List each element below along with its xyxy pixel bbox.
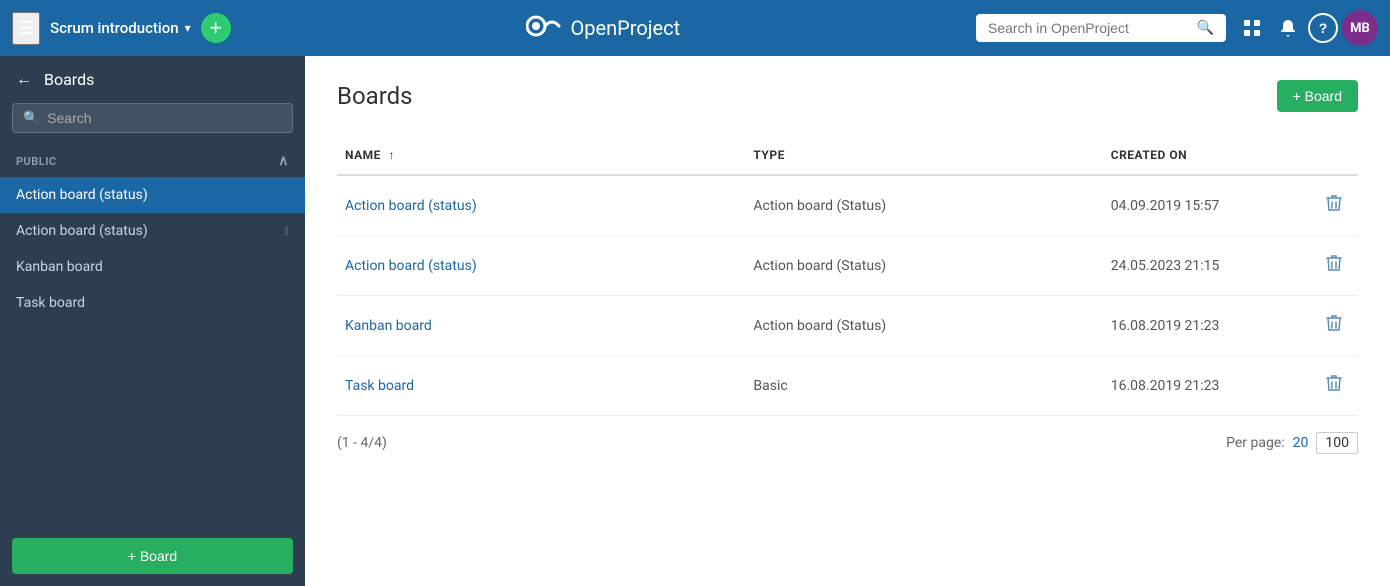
sidebar-back-button[interactable]: ← (16, 71, 32, 89)
top-navigation: ☰ Scrum introduction ▾ + OpenProject 🔍 (0, 0, 1390, 56)
col-header-created-on: CREATED ON (1103, 136, 1307, 175)
col-header-name[interactable]: NAME ↑ (337, 136, 745, 175)
sidebar-search-input[interactable] (47, 110, 282, 126)
cell-action-3 (1307, 356, 1358, 416)
sidebar-item-task-board[interactable]: Task board (0, 285, 305, 321)
sort-arrow-icon: ↑ (388, 148, 395, 162)
per-page-20[interactable]: 20 (1293, 435, 1309, 451)
sidebar-item-label: Task board (16, 295, 85, 311)
delete-button-0[interactable] (1318, 190, 1350, 221)
content-header: Boards + Board (337, 80, 1358, 112)
notifications-button[interactable] (1272, 12, 1304, 44)
cell-name-1: Action board (status) (337, 236, 745, 296)
logo-icon (526, 12, 562, 45)
table-body: Action board (status) Action board (Stat… (337, 175, 1358, 416)
col-header-type: TYPE (745, 136, 1102, 175)
cell-action-2 (1307, 296, 1358, 356)
cell-name-2: Kanban board (337, 296, 745, 356)
hamburger-menu[interactable]: ☰ (12, 12, 40, 45)
sidebar-item-label: Kanban board (16, 259, 103, 275)
cell-created-3: 16.08.2019 21:23 (1103, 356, 1307, 416)
sidebar: ← Boards 🔍 PUBLIC ∧ Action board (status… (0, 56, 305, 586)
cell-created-2: 16.08.2019 21:23 (1103, 296, 1307, 356)
search-input[interactable] (988, 20, 1189, 36)
sidebar-header: ← Boards (0, 56, 305, 103)
board-link-0[interactable]: Action board (status) (345, 198, 477, 214)
sidebar-item-action-board-2[interactable]: Action board (status) ‖ (0, 213, 305, 249)
user-avatar[interactable]: MB (1342, 10, 1378, 46)
cell-name-0: Action board (status) (337, 175, 745, 236)
section-label: PUBLIC (16, 155, 57, 168)
per-page-selector: Per page: 20 100 (1226, 432, 1358, 454)
add-board-button[interactable]: + Board (1277, 80, 1358, 112)
cell-name-3: Task board (337, 356, 745, 416)
project-chevron-icon: ▾ (185, 21, 191, 35)
sidebar-add-board-button[interactable]: + Board (12, 538, 293, 574)
drag-handle-icon: ‖ (284, 224, 289, 238)
col-header-action (1307, 136, 1358, 175)
nav-icon-group: ? MB (1236, 10, 1378, 46)
pagination-text: (1 - 4/4) (337, 435, 387, 451)
project-name-label: Scrum introduction (50, 19, 178, 37)
table-row: Action board (status) Action board (Stat… (337, 175, 1358, 236)
table-row: Action board (status) Action board (Stat… (337, 236, 1358, 296)
sidebar-item-label: Action board (status) (16, 223, 148, 239)
board-link-3[interactable]: Task board (345, 378, 414, 394)
cell-type-1: Action board (Status) (745, 236, 1102, 296)
cell-action-0 (1307, 175, 1358, 236)
sidebar-search-bar[interactable]: 🔍 (12, 103, 293, 133)
main-content: Boards + Board NAME ↑ TYPE CREATED ON (305, 56, 1390, 586)
delete-button-3[interactable] (1318, 370, 1350, 401)
table-row: Task board Basic 16.08.2019 21:23 (337, 356, 1358, 416)
main-layout: ← Boards 🔍 PUBLIC ∧ Action board (status… (0, 56, 1390, 586)
table-footer: (1 - 4/4) Per page: 20 100 (337, 432, 1358, 454)
logo-text: OpenProject (570, 16, 680, 40)
cell-action-1 (1307, 236, 1358, 296)
add-project-button[interactable]: + (201, 13, 231, 43)
delete-button-1[interactable] (1318, 250, 1350, 281)
cell-type-0: Action board (Status) (745, 175, 1102, 236)
cell-created-0: 04.09.2019 15:57 (1103, 175, 1307, 236)
delete-button-2[interactable] (1318, 310, 1350, 341)
sidebar-item-kanban-board[interactable]: Kanban board (0, 249, 305, 285)
project-selector[interactable]: Scrum introduction ▾ (50, 19, 190, 37)
table-row: Kanban board Action board (Status) 16.08… (337, 296, 1358, 356)
cell-type-2: Action board (Status) (745, 296, 1102, 356)
boards-table: NAME ↑ TYPE CREATED ON Action board (sta… (337, 136, 1358, 416)
cell-type-3: Basic (745, 356, 1102, 416)
search-icon: 🔍 (1197, 20, 1214, 36)
board-link-2[interactable]: Kanban board (345, 318, 432, 334)
per-page-label: Per page: (1226, 435, 1285, 451)
section-collapse-icon[interactable]: ∧ (278, 153, 289, 169)
sidebar-search-icon: 🔍 (23, 111, 39, 126)
sidebar-section-public: PUBLIC ∧ (0, 145, 305, 177)
sidebar-item-action-board-1[interactable]: Action board (status) (0, 177, 305, 213)
global-search-bar[interactable]: 🔍 (976, 14, 1226, 42)
per-page-100[interactable]: 100 (1316, 432, 1358, 454)
grid-apps-button[interactable] (1236, 12, 1268, 44)
help-button[interactable]: ? (1308, 13, 1338, 43)
board-link-1[interactable]: Action board (status) (345, 258, 477, 274)
page-title: Boards (337, 82, 413, 110)
cell-created-1: 24.05.2023 21:15 (1103, 236, 1307, 296)
app-logo: OpenProject (241, 12, 966, 45)
sidebar-item-label: Action board (status) (16, 187, 148, 203)
table-header: NAME ↑ TYPE CREATED ON (337, 136, 1358, 175)
sidebar-title: Boards (44, 70, 94, 89)
